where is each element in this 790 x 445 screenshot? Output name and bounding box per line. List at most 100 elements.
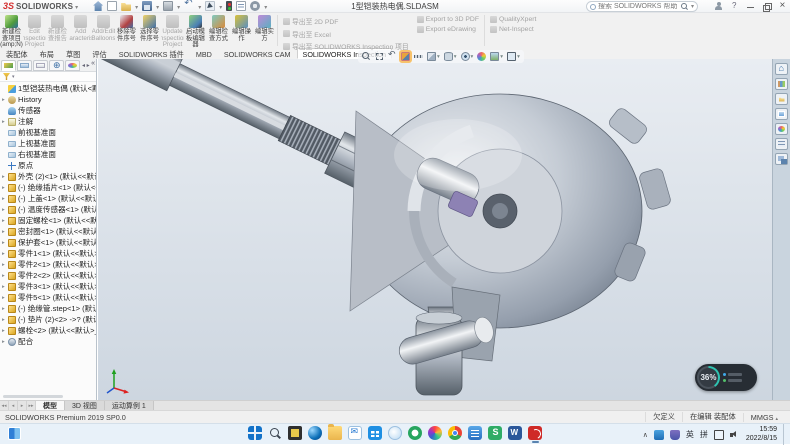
taskbar-search-icon[interactable]: [268, 426, 282, 440]
user-account-icon[interactable]: [714, 2, 723, 11]
open-icon[interactable]: [121, 1, 131, 11]
tab-model[interactable]: 模型: [36, 401, 65, 410]
previous-view-icon[interactable]: [388, 52, 397, 61]
launch-template-editor-button[interactable]: 启动模板编辑器: [184, 13, 207, 48]
task-view-icon[interactable]: [288, 426, 302, 440]
overlay-performance-widget[interactable]: 36%: [695, 364, 757, 391]
tree-item-component[interactable]: 固定螺栓<1> (默认<<默认>_显示: [0, 215, 96, 226]
undo-caret-icon[interactable]: [198, 2, 201, 11]
color-wheel-app-icon[interactable]: [428, 426, 442, 440]
save-caret-icon[interactable]: [156, 2, 159, 11]
edit-appearance-icon[interactable]: [477, 52, 486, 61]
tray-overflow-chevron-icon[interactable]: [643, 430, 648, 439]
tree-item-component[interactable]: (-) 绝缘插片<1> (默认<<默认>_显: [0, 182, 96, 193]
mail-icon[interactable]: [348, 426, 362, 440]
view-palette-icon[interactable]: [775, 108, 788, 120]
export-3d-pdf-item[interactable]: Export to 3D PDF: [417, 16, 479, 23]
apply-scene-caret-icon[interactable]: [500, 54, 503, 60]
help-icon[interactable]: [730, 2, 739, 11]
tab-sketch[interactable]: 草图: [60, 48, 86, 59]
qualityxpert-item[interactable]: QualityXpert: [490, 16, 536, 23]
display-style-caret-icon[interactable]: [454, 54, 457, 60]
edge-icon[interactable]: [308, 426, 322, 440]
s-app-icon[interactable]: [488, 426, 502, 440]
tab-scroll-left-icon[interactable]: [9, 401, 18, 410]
tree-item-component[interactable]: 零件5<1> (默认<<默认>_显示状态: [0, 292, 96, 303]
custom-properties-icon[interactable]: [775, 138, 788, 150]
update-inspection-project-button[interactable]: Update Inspection Project: [161, 13, 184, 48]
tab-layout[interactable]: 布局: [34, 48, 60, 59]
view-orientation-caret-icon[interactable]: [437, 54, 440, 60]
explorer-icon[interactable]: [328, 426, 342, 440]
hide-show-items-icon[interactable]: [461, 52, 470, 61]
tree-item-sensors[interactable]: 传感器: [0, 105, 96, 116]
tree-item-root[interactable]: 1型铠装热电偶 (默认<默认_显示状态-1>): [0, 83, 96, 94]
search-icon[interactable]: [681, 3, 689, 11]
solidworks-taskbar-icon[interactable]: [528, 426, 542, 440]
graphics-viewport[interactable]: 36%: [98, 59, 772, 400]
tray-security-shield-icon[interactable]: [670, 430, 680, 440]
show-desktop-button[interactable]: [783, 424, 786, 445]
apply-scene-icon[interactable]: [490, 52, 499, 61]
tree-item-component[interactable]: 保护套<1> (默认<<默认>_显示状: [0, 237, 96, 248]
edit-instance-button[interactable]: 编辑实方: [253, 13, 276, 48]
tree-item-mates[interactable]: 配合: [0, 336, 96, 347]
options-gear-icon[interactable]: [250, 1, 260, 11]
clock[interactable]: 15:59 2022/8/15: [746, 426, 777, 443]
edit-operation-button[interactable]: 编辑操作: [230, 13, 253, 48]
tree-item-right-plane[interactable]: 右视基准面: [0, 149, 96, 160]
tree-filter-bar[interactable]: [0, 72, 96, 82]
widgets-icon[interactable]: [8, 427, 21, 440]
tree-item-component[interactable]: 零件2<1> (默认<<默认>_显示状态: [0, 259, 96, 270]
view-settings-caret-icon[interactable]: [517, 54, 520, 60]
minimize-button[interactable]: [746, 2, 755, 11]
print-icon[interactable]: [163, 1, 173, 11]
help-search-box[interactable]: [586, 1, 698, 12]
model-3d-sectioned-assembly[interactable]: [98, 59, 772, 400]
close-button[interactable]: [778, 2, 787, 11]
new-inspection-report-button[interactable]: 新建检查报告: [46, 13, 69, 48]
tray-onedrive-icon[interactable]: [654, 430, 664, 440]
tab-mbd[interactable]: MBD: [190, 48, 218, 59]
tree-item-component[interactable]: 零件3<1> (默认<<默认>_显示状态: [0, 281, 96, 292]
search-caret-icon[interactable]: [691, 3, 694, 10]
open-caret-icon[interactable]: [135, 2, 138, 11]
tree-item-component[interactable]: 密封圈<1> (默认<<默认>_显示状: [0, 226, 96, 237]
solidworks-forum-icon[interactable]: [775, 153, 788, 165]
tab-scroll-last-icon[interactable]: [27, 401, 36, 410]
tree-item-component[interactable]: 零件2<2> (默认<<默认>_显示状态: [0, 270, 96, 281]
export-excel-item[interactable]: 导出至 Excel: [283, 29, 409, 39]
edit-inspection-method-button[interactable]: 编辑检查方式: [207, 13, 230, 48]
home-icon[interactable]: [93, 1, 103, 11]
search-scope-icon[interactable]: [590, 4, 596, 10]
notes-app-icon[interactable]: [468, 426, 482, 440]
tab-scroll-right-icon[interactable]: [18, 401, 27, 410]
tree-item-component[interactable]: 外壳 (2)<1> (默认<<默认>_显示状: [0, 171, 96, 182]
new-document-icon[interactable]: [107, 1, 117, 11]
hide-show-caret-icon[interactable]: [471, 54, 474, 60]
configuration-manager-tab[interactable]: [33, 60, 48, 71]
tree-item-history[interactable]: History: [0, 94, 96, 105]
view-orientation-icon[interactable]: [427, 52, 436, 61]
add-edit-balloons-button[interactable]: Add/Edit Balloons: [92, 13, 115, 48]
solidworks-resources-icon[interactable]: [775, 63, 788, 75]
tab-3d-views[interactable]: 3D 视图: [65, 401, 105, 410]
status-units[interactable]: MMGS: [743, 413, 785, 422]
tree-item-component[interactable]: 零件1<1> (默认<<默认>_显示状态: [0, 248, 96, 259]
save-icon[interactable]: [142, 1, 152, 11]
onedrive-icon[interactable]: [388, 426, 402, 440]
tree-horizontal-scrollbar[interactable]: [3, 395, 63, 398]
appearances-scenes-icon[interactable]: [775, 123, 788, 135]
select-icon[interactable]: [205, 1, 215, 11]
green-app-icon[interactable]: [408, 426, 422, 440]
add-characteristic-button[interactable]: Add Characteristic: [69, 13, 92, 48]
tree-item-component[interactable]: 螺栓<2> (默认<<默认>_显示状态: [0, 325, 96, 336]
word-icon[interactable]: [508, 426, 522, 440]
tab-addins[interactable]: SOLIDWORKS 插件: [113, 48, 190, 59]
search-input[interactable]: [598, 3, 679, 10]
display-manager-tab[interactable]: [65, 60, 80, 71]
select-caret-icon[interactable]: [219, 2, 222, 11]
measure-icon[interactable]: [414, 52, 423, 61]
restore-button[interactable]: [762, 2, 771, 11]
speaker-icon[interactable]: [730, 430, 740, 440]
